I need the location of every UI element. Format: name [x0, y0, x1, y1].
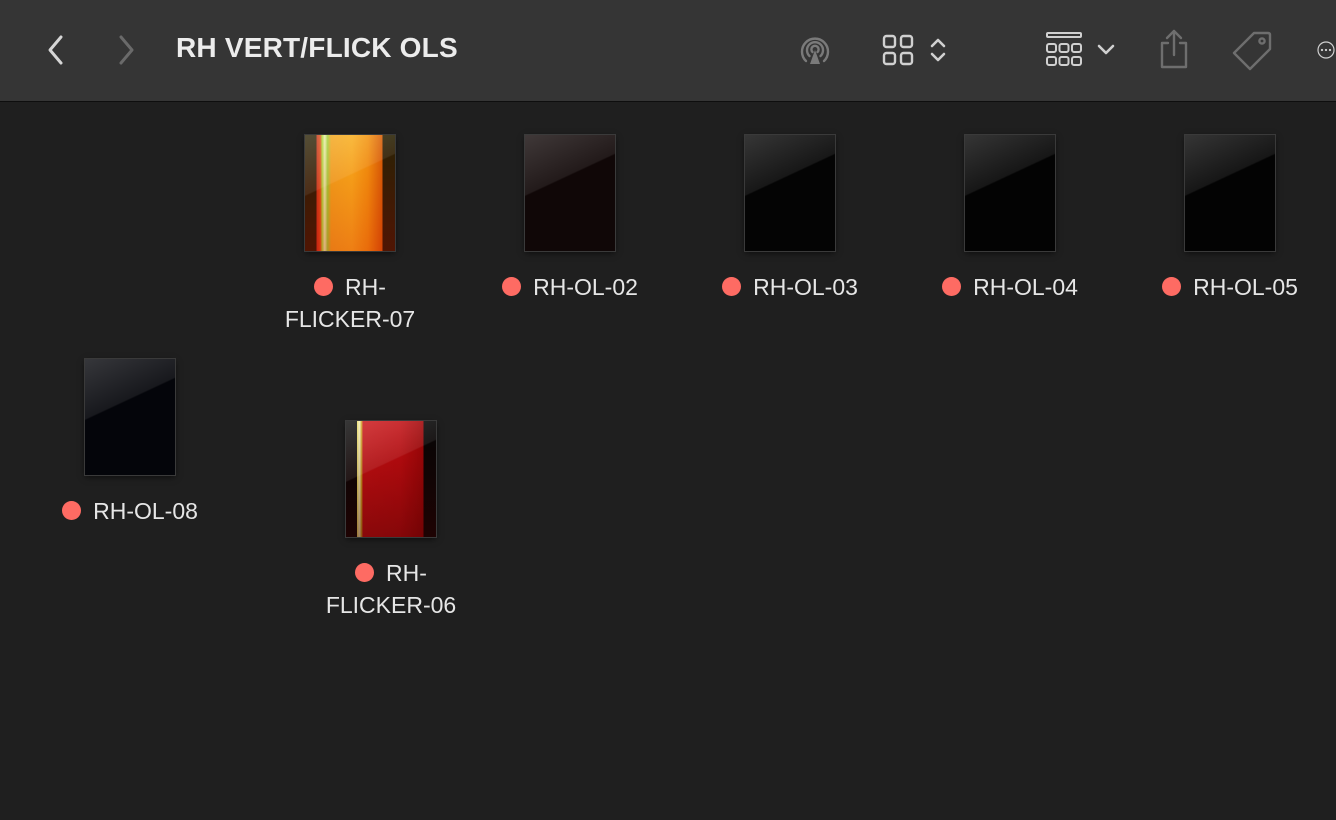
toolbar: RH VERT/FLICK OLS	[0, 0, 1336, 102]
file-name: RH-OL-02	[480, 271, 660, 303]
up-down-chevron-icon	[930, 38, 946, 62]
tag-button[interactable]	[1230, 28, 1276, 72]
file-item[interactable]: RH- FLICKER-07	[260, 135, 440, 335]
file-item[interactable]: RH-OL-04	[920, 135, 1100, 305]
airdrop-button[interactable]	[793, 28, 837, 72]
file-name: RH-OL-08	[40, 495, 220, 527]
file-name: RH-OL-05	[1140, 271, 1320, 303]
chevron-down-icon	[1097, 44, 1115, 55]
window-title: RH VERT/FLICK OLS	[176, 32, 458, 63]
file-thumbnail	[525, 135, 615, 251]
red-tag-icon	[502, 277, 522, 296]
share-button[interactable]	[1154, 26, 1194, 72]
file-name: RH-OL-04	[920, 271, 1100, 303]
red-tag-icon	[314, 277, 334, 296]
red-tag-icon	[355, 563, 375, 582]
chevron-right-icon	[119, 35, 134, 65]
file-thumbnail	[965, 135, 1055, 251]
file-name-line2: FLICKER-06	[325, 592, 457, 618]
view-mode-toggle[interactable]	[924, 30, 952, 70]
file-item[interactable]: RH- FLICKER-06	[301, 421, 481, 621]
file-item[interactable]: RH-OL-05	[1140, 135, 1320, 305]
more-button[interactable]	[1316, 28, 1336, 72]
file-thumbnail	[346, 421, 436, 537]
view-mode-button[interactable]	[876, 30, 920, 70]
file-item[interactable]: RH-OL-02	[480, 135, 660, 305]
ellipsis-circle-icon	[1317, 41, 1335, 59]
file-thumbnail	[745, 135, 835, 251]
file-thumbnail	[1185, 135, 1275, 251]
airdrop-icon	[800, 37, 830, 64]
red-tag-icon	[722, 277, 742, 296]
finder-window: RH VERT/FLICK OLS RH- FLICKER-07 RH-OL-0…	[0, 0, 1336, 820]
chevron-left-icon	[48, 35, 63, 65]
grid-view-icon	[882, 34, 914, 66]
tag-icon	[1232, 31, 1272, 71]
red-tag-icon	[942, 277, 962, 296]
file-name: RH-OL-03	[700, 271, 880, 303]
group-by-icon	[1046, 32, 1082, 66]
forward-button[interactable]	[108, 30, 144, 70]
file-item[interactable]: RH-OL-03	[700, 135, 880, 305]
file-name: RH-	[260, 271, 440, 303]
red-tag-icon	[1162, 277, 1182, 296]
back-button[interactable]	[38, 30, 74, 70]
red-tag-icon	[62, 501, 82, 520]
share-icon	[1160, 29, 1188, 69]
file-thumbnail	[305, 135, 395, 251]
group-by-menu[interactable]	[1092, 36, 1120, 64]
file-name-line2: FLICKER-07	[284, 306, 416, 332]
file-item[interactable]: RH-OL-08	[40, 359, 220, 529]
group-by-button[interactable]	[1040, 28, 1088, 72]
file-icon-grid: RH- FLICKER-07 RH-OL-02 RH-OL-03 RH-OL-0…	[0, 103, 1336, 820]
file-name: RH-	[301, 557, 481, 589]
file-thumbnail	[85, 359, 175, 475]
